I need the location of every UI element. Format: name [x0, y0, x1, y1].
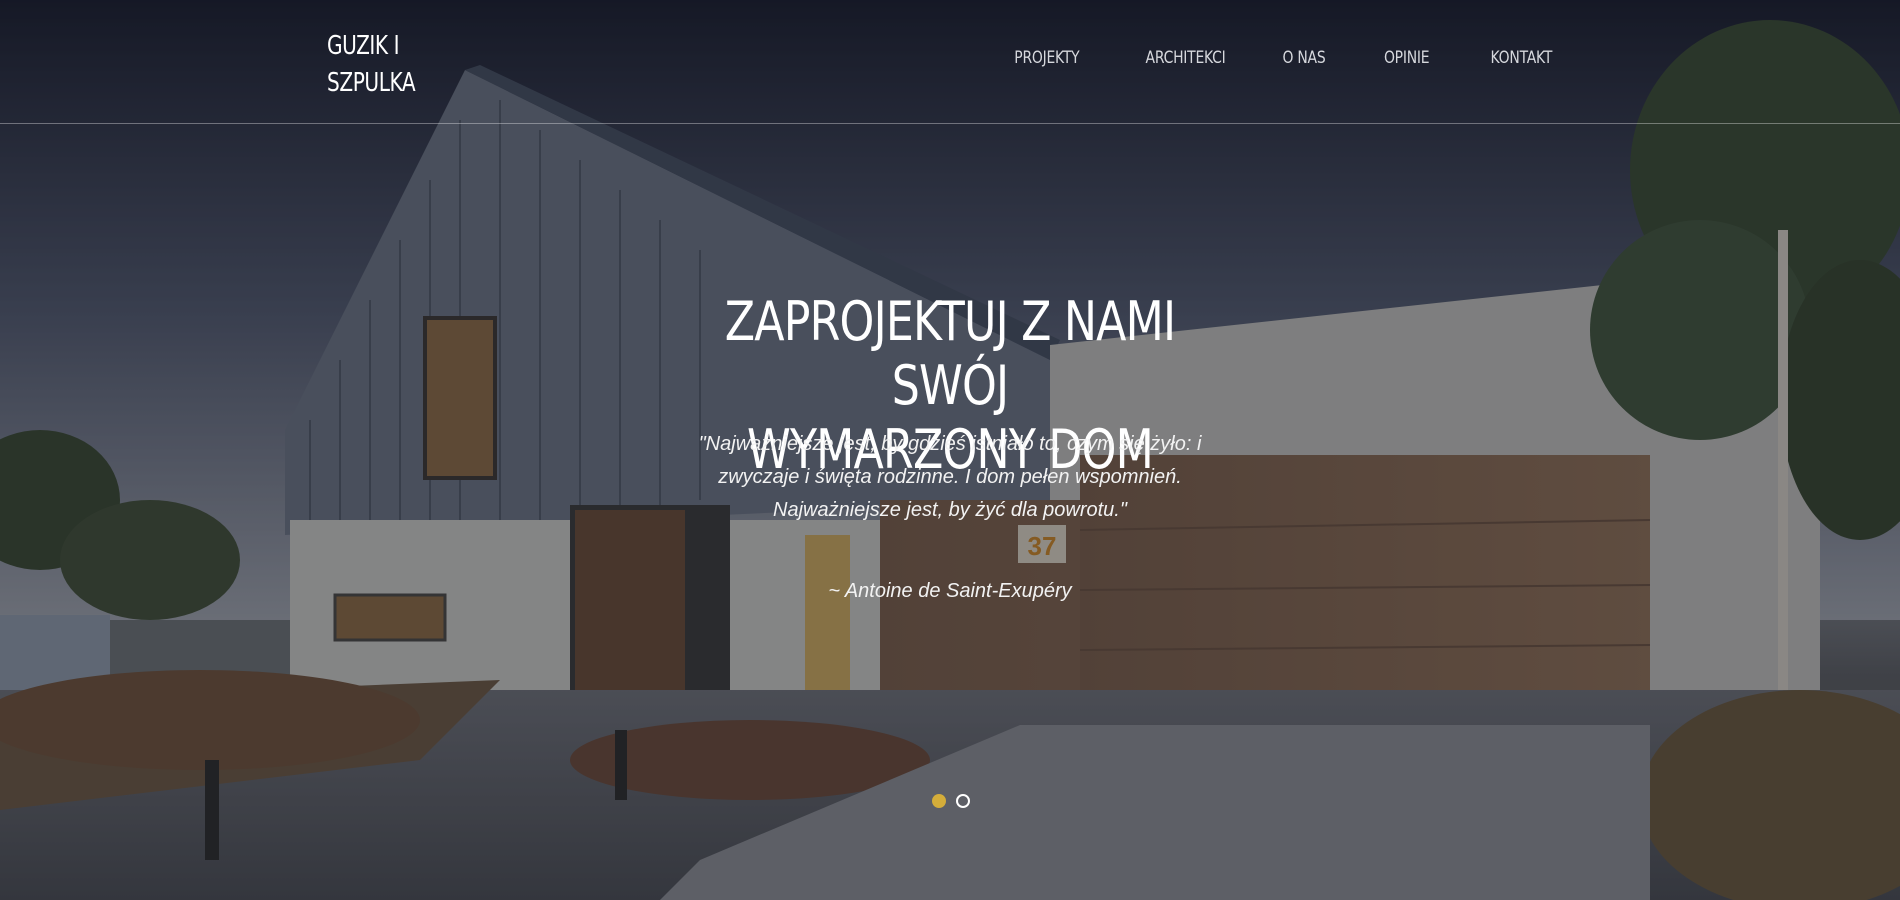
nav-item-projekty[interactable]: PROJEKTY — [1014, 48, 1079, 68]
slider-dot-1[interactable] — [932, 794, 946, 808]
slider-dot-2[interactable] — [956, 794, 970, 808]
brand-line-1: GUZIK I — [327, 31, 400, 61]
quote-line-2: zwyczaje i święta rodzinne. I dom pełen … — [718, 466, 1182, 488]
nav-item-opinie[interactable]: OPINIE — [1384, 48, 1430, 68]
nav-item-o-nas[interactable]: O NAS — [1283, 48, 1326, 68]
nav-item-kontakt[interactable]: KONTAKT — [1490, 48, 1552, 68]
slider-pagination — [932, 794, 970, 808]
brand-logo[interactable]: GUZIK I SZPULKA — [327, 28, 447, 102]
nav-item-architekci[interactable]: ARCHITEKCI — [1145, 48, 1225, 68]
quote-line-1: "Najważniejsze jest, by gdzieś istniało … — [698, 433, 1202, 455]
hero-quote: "Najważniejsze jest, by gdzieś istniało … — [650, 428, 1250, 527]
quote-line-3: Najważniejsze jest, by żyć dla powrotu." — [773, 499, 1127, 521]
quote-author: ~ Antoine de Saint-Exupéry — [828, 580, 1072, 602]
site-header: GUZIK I SZPULKA PROJEKTY ARCHITEKCI O NA… — [0, 0, 1900, 124]
headline-line-1: ZAPROJEKTUJ Z NAMI SWÓJ — [724, 290, 1176, 417]
main-nav: PROJEKTY ARCHITEKCI O NAS OPINIE KONTAKT — [952, 48, 1552, 68]
brand-line-2: SZPULKA — [327, 68, 416, 98]
